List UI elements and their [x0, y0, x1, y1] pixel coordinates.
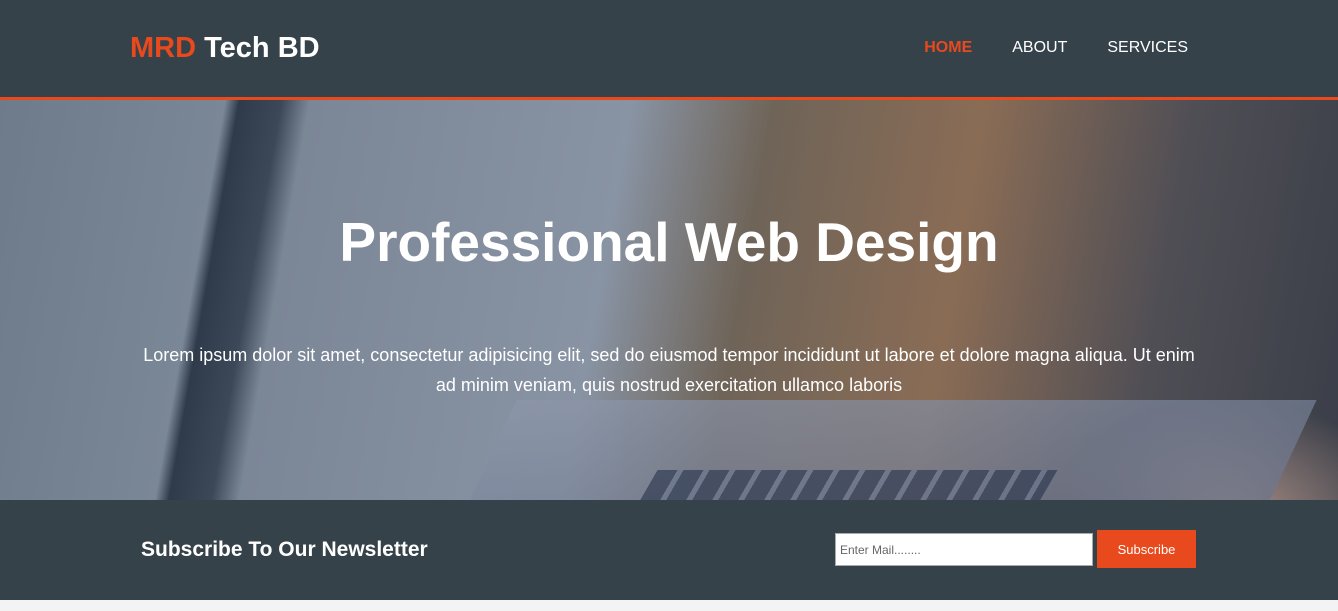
logo[interactable]: MRD Tech BD [130, 32, 320, 65]
hero-keyboard-image [582, 470, 1058, 500]
newsletter-section: Subscribe To Our Newsletter Subscribe [0, 500, 1338, 600]
hero-text: Lorem ipsum dolor sit amet, consectetur … [143, 345, 1195, 395]
nav-services[interactable]: Services [1107, 39, 1188, 57]
hero-showcase: Professional Web Design Lorem ipsum dolo… [0, 100, 1338, 500]
nav-about[interactable]: About [1012, 39, 1067, 57]
email-input[interactable] [835, 533, 1093, 566]
site-header: MRD Tech BD Home About Services [0, 0, 1338, 100]
nav-home[interactable]: Home [924, 39, 972, 57]
hero-title: Professional Web Design [339, 211, 999, 273]
newsletter-title: Subscribe To Our Newsletter [141, 538, 428, 561]
main-nav: Home About Services [924, 39, 1188, 57]
subscribe-button[interactable]: Subscribe [1097, 530, 1196, 568]
